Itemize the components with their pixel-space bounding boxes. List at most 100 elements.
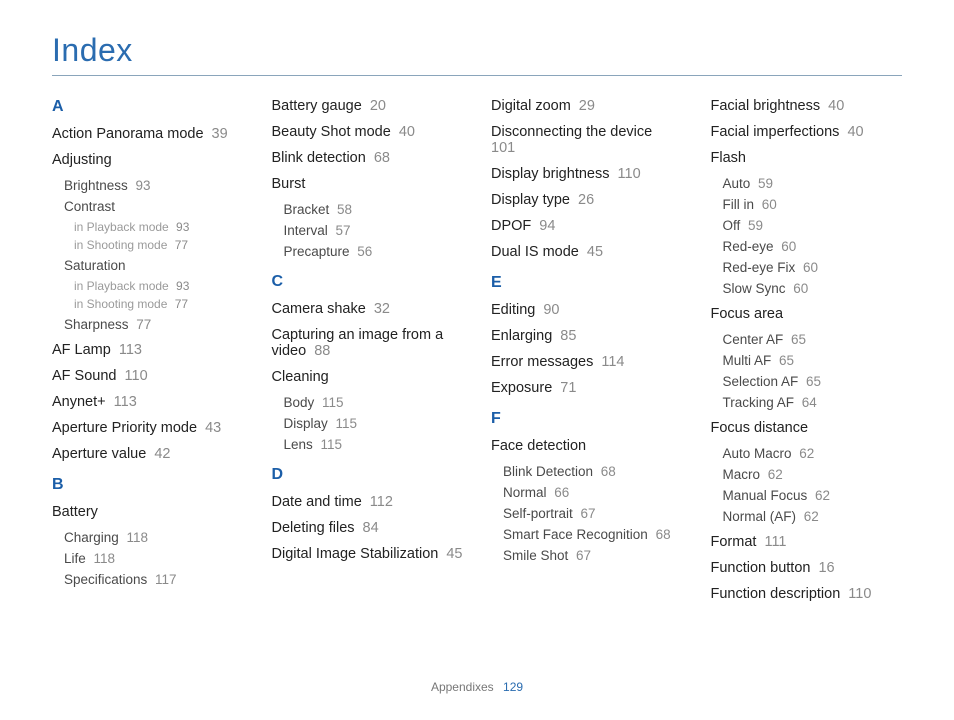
entry-text: Normal bbox=[503, 485, 547, 500]
entry-text: Digital zoom bbox=[491, 98, 571, 114]
entry-text: Aperture value bbox=[52, 446, 146, 462]
entry-text: in Shooting mode bbox=[74, 238, 167, 252]
entry-page: 84 bbox=[359, 520, 379, 536]
entry-text: Tracking AF bbox=[723, 395, 795, 410]
entry-text: Multi AF bbox=[723, 353, 772, 368]
index-section-letter: F bbox=[491, 410, 683, 428]
entry-page: 68 bbox=[370, 150, 390, 166]
index-entry: Format 111 bbox=[711, 534, 903, 550]
index-subentry: Smart Face Recognition 68 bbox=[503, 527, 683, 542]
entry-text: Disconnecting the device bbox=[491, 124, 652, 140]
index-subentry: Selection AF 65 bbox=[723, 374, 903, 389]
entry-text: Auto bbox=[723, 176, 751, 191]
index-entry: Facial brightness 40 bbox=[711, 98, 903, 114]
entry-page: 115 bbox=[317, 437, 342, 452]
entry-text: Life bbox=[64, 551, 86, 566]
index-sub-heading: Face detection bbox=[491, 438, 683, 454]
entry-text: DPOF bbox=[491, 218, 531, 234]
entry-page: 20 bbox=[366, 98, 386, 114]
index-subentry: Auto 59 bbox=[723, 176, 903, 191]
title-rule bbox=[52, 75, 902, 76]
index-section-letter: E bbox=[491, 274, 683, 292]
entry-text: Display type bbox=[491, 192, 570, 208]
entry-page: 67 bbox=[577, 506, 596, 521]
index-subentry: Red-eye 60 bbox=[723, 239, 903, 254]
entry-text: Contrast bbox=[64, 199, 115, 214]
entry-page: 58 bbox=[333, 202, 352, 217]
entry-text: Date and time bbox=[272, 494, 362, 510]
index-subentry: Smile Shot 67 bbox=[503, 548, 683, 563]
entry-text: Blink detection bbox=[272, 150, 366, 166]
entry-text: AF Sound bbox=[52, 368, 117, 384]
index-entry: Display type 26 bbox=[491, 192, 683, 208]
entry-page: 114 bbox=[597, 354, 624, 370]
entry-page: 62 bbox=[811, 488, 830, 503]
entry-page: 66 bbox=[551, 485, 570, 500]
index-entry: Display brightness 110 bbox=[491, 166, 683, 182]
index-sub-heading: Focus distance bbox=[711, 420, 903, 436]
entry-page: 110 bbox=[613, 166, 640, 182]
entry-text: Slow Sync bbox=[723, 281, 786, 296]
entry-page: 29 bbox=[575, 98, 595, 114]
index-column: Battery gauge 20Beauty Shot mode 40Blink… bbox=[272, 94, 464, 612]
index-entry: Disconnecting the device 101 bbox=[491, 124, 683, 156]
index-entry: Action Panorama mode 39 bbox=[52, 126, 244, 142]
entry-page: 60 bbox=[758, 197, 777, 212]
entry-text: Bracket bbox=[284, 202, 330, 217]
entry-page: 118 bbox=[123, 530, 148, 545]
entry-text: Deleting files bbox=[272, 520, 355, 536]
index-entry: Digital Image Stabilization 45 bbox=[272, 546, 464, 562]
entry-page: 67 bbox=[572, 548, 591, 563]
page-footer: Appendixes 129 bbox=[0, 680, 954, 694]
entry-page: 32 bbox=[370, 301, 390, 317]
entry-page: 59 bbox=[754, 176, 773, 191]
entry-page: 117 bbox=[151, 572, 176, 587]
index-column: Digital zoom 29 Disconnecting the device … bbox=[491, 94, 683, 612]
entry-page: 93 bbox=[173, 220, 190, 234]
entry-text: Auto Macro bbox=[723, 446, 792, 461]
index-subentry: Multi AF 65 bbox=[723, 353, 903, 368]
entry-text: Interval bbox=[284, 223, 328, 238]
index-sub-heading: Cleaning bbox=[272, 369, 464, 385]
index-subentry: Manual Focus 62 bbox=[723, 488, 903, 503]
index-entry: Blink detection 68 bbox=[272, 150, 464, 166]
entry-page: 77 bbox=[133, 317, 152, 332]
entry-page: 62 bbox=[800, 509, 819, 524]
index-sub-heading: Flash bbox=[711, 150, 903, 166]
entry-text: Off bbox=[723, 218, 741, 233]
index-column: Facial brightness 40 Facial imperfections… bbox=[711, 94, 903, 612]
entry-page: 39 bbox=[208, 126, 228, 142]
index-subentry: Normal 66 bbox=[503, 485, 683, 500]
entry-page: 110 bbox=[121, 368, 148, 384]
index-subentry: Bracket 58 bbox=[284, 202, 464, 217]
index-subentry: Macro 62 bbox=[723, 467, 903, 482]
entry-text: Editing bbox=[491, 302, 535, 318]
entry-text: Dual IS mode bbox=[491, 244, 579, 260]
entry-text: Format bbox=[711, 534, 757, 550]
index-sub-heading: Adjusting bbox=[52, 152, 244, 168]
index-entry: Facial imperfections 40 bbox=[711, 124, 903, 140]
index-entry: Function button 16 bbox=[711, 560, 903, 576]
entry-text: Error messages bbox=[491, 354, 593, 370]
index-entry: AF Sound 110 bbox=[52, 368, 244, 384]
entry-page: 93 bbox=[173, 279, 190, 293]
footer-page-number: 129 bbox=[503, 680, 523, 694]
index-column: AAction Panorama mode 39AdjustingBrightn… bbox=[52, 94, 244, 612]
index-subentry: Red-eye Fix 60 bbox=[723, 260, 903, 275]
entry-page: 90 bbox=[539, 302, 559, 318]
entry-text: Exposure bbox=[491, 380, 552, 396]
entry-text: in Playback mode bbox=[74, 220, 169, 234]
entry-text: Display bbox=[284, 416, 328, 431]
entry-page: 56 bbox=[354, 244, 373, 259]
entry-page: 113 bbox=[115, 342, 142, 358]
entry-text: Body bbox=[284, 395, 315, 410]
index-subentry: Brightness 93 bbox=[64, 178, 244, 193]
index-columns: AAction Panorama mode 39AdjustingBrightn… bbox=[52, 94, 902, 612]
index-subentry: Tracking AF 64 bbox=[723, 395, 903, 410]
entry-page: 40 bbox=[395, 124, 415, 140]
entry-text: Function button bbox=[711, 560, 811, 576]
index-entry: Dual IS mode 45 bbox=[491, 244, 683, 260]
entry-page: 45 bbox=[583, 244, 603, 260]
index-subsubentry: in Playback mode 93 bbox=[74, 279, 244, 293]
index-entry: Deleting files 84 bbox=[272, 520, 464, 536]
